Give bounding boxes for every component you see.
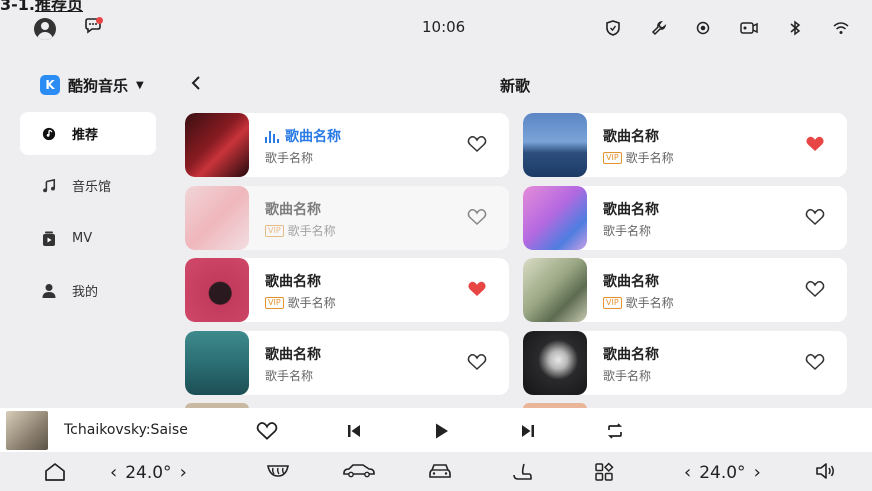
now-playing-title[interactable]: Tchaikovsky:Saise <box>64 422 188 438</box>
sidebar-item-label: MV <box>72 231 93 246</box>
song-artist: VIP 歌手名称 <box>603 294 674 311</box>
vip-badge: VIP <box>265 296 284 309</box>
album-cover <box>185 186 249 250</box>
sidebar-item-mv[interactable]: MV <box>20 217 156 260</box>
message-icon[interactable] <box>84 17 103 34</box>
sidebar-item-label: 推荐 <box>72 128 99 143</box>
heart-icon[interactable] <box>805 208 825 226</box>
right-temp-control: ‹ 24.0° › <box>684 462 761 483</box>
seat-icon[interactable] <box>512 462 532 482</box>
song-title: 歌曲名称 <box>265 274 321 290</box>
vip-badge: VIP <box>603 151 622 164</box>
kugou-logo-icon: K <box>40 75 60 95</box>
song-title: 歌曲名称 <box>265 126 341 146</box>
volume-icon[interactable] <box>815 462 837 480</box>
camera-icon[interactable] <box>738 17 760 39</box>
app-brand-selector[interactable]: K 酷狗音乐 ▼ <box>40 74 144 96</box>
song-title: 歌曲名称 <box>265 347 321 363</box>
video-icon <box>42 231 56 246</box>
song-card[interactable]: 歌曲名称 歌手名称 <box>185 113 509 177</box>
sidebar-item-music-hall[interactable]: 音乐馆 <box>20 164 156 207</box>
playing-equalizer-icon <box>265 130 279 143</box>
bluetooth-icon[interactable] <box>784 17 806 39</box>
apps-grid-icon[interactable] <box>594 462 614 482</box>
heart-filled-icon[interactable] <box>467 280 487 298</box>
record-icon[interactable] <box>692 17 714 39</box>
song-card[interactable]: 歌曲名称 歌手名称 <box>523 186 847 250</box>
album-cover <box>523 186 587 250</box>
left-temp-value: 24.0° <box>125 462 172 483</box>
album-cover <box>523 113 587 177</box>
heart-icon[interactable] <box>256 420 278 442</box>
temp-increase-icon[interactable]: › <box>172 462 187 483</box>
song-title: 歌曲名称 <box>603 129 659 145</box>
caret-down-icon: ▼ <box>136 79 144 91</box>
vip-badge: VIP <box>603 296 622 309</box>
disc-icon <box>42 127 56 141</box>
song-card[interactable]: 歌曲名称 VIP 歌手名称 <box>523 258 847 322</box>
song-artist: VIP 歌手名称 <box>265 294 336 311</box>
song-title: 歌曲名称 <box>265 202 321 218</box>
wifi-icon[interactable] <box>830 17 852 39</box>
shield-icon[interactable] <box>602 17 624 39</box>
app-name: 酷狗音乐 <box>68 76 129 95</box>
now-playing-cover[interactable] <box>6 411 48 450</box>
user-avatar-icon[interactable] <box>34 18 56 40</box>
repeat-icon[interactable] <box>604 420 626 442</box>
heart-icon[interactable] <box>467 353 487 371</box>
heart-icon[interactable] <box>467 208 487 226</box>
song-artist: 歌手名称 <box>265 151 314 165</box>
page-title: 新歌 <box>500 77 531 95</box>
album-cover <box>185 113 249 177</box>
song-card[interactable]: 歌曲名称 VIP 歌手名称 <box>523 113 847 177</box>
song-card[interactable]: 歌曲名称 VIP 歌手名称 <box>185 186 509 250</box>
temp-increase-icon[interactable]: › <box>746 462 761 483</box>
person-icon <box>42 283 56 298</box>
car-front-icon[interactable] <box>428 462 452 480</box>
song-card[interactable]: 歌曲名称 歌手名称 <box>523 331 847 395</box>
song-card[interactable]: 歌曲名称 歌手名称 <box>185 331 509 395</box>
sidebar-item-mine[interactable]: 我的 <box>20 269 156 312</box>
song-artist: 歌手名称 <box>265 369 314 383</box>
album-cover <box>523 331 587 395</box>
heart-icon[interactable] <box>805 280 825 298</box>
vip-badge: VIP <box>265 224 284 237</box>
back-arrow-icon[interactable] <box>190 74 202 97</box>
left-temp-control: ‹ 24.0° › <box>110 462 187 483</box>
song-title: 歌曲名称 <box>603 347 659 363</box>
album-cover <box>185 331 249 395</box>
car-side-icon[interactable] <box>342 462 376 478</box>
song-artist: 歌手名称 <box>603 224 652 238</box>
rear-defrost-icon[interactable] <box>265 462 291 480</box>
heart-filled-icon[interactable] <box>805 135 825 153</box>
song-title: 歌曲名称 <box>603 202 659 218</box>
next-icon[interactable] <box>517 420 539 442</box>
music-note-icon <box>42 178 56 193</box>
sidebar-item-label: 我的 <box>72 285 99 300</box>
play-icon[interactable] <box>430 420 452 442</box>
home-icon[interactable] <box>44 462 66 482</box>
album-cover <box>185 258 249 322</box>
heart-icon[interactable] <box>467 135 487 153</box>
song-artist: VIP 歌手名称 <box>265 222 336 239</box>
sidebar-item-recommend[interactable]: 推荐 <box>20 112 156 155</box>
previous-icon[interactable] <box>343 420 365 442</box>
album-cover <box>523 258 587 322</box>
temp-decrease-icon[interactable]: ‹ <box>110 462 125 483</box>
temp-decrease-icon[interactable]: ‹ <box>684 462 699 483</box>
status-clock: 10:06 <box>422 18 466 36</box>
song-card[interactable]: 歌曲名称 VIP 歌手名称 <box>185 258 509 322</box>
sidebar-item-label: 音乐馆 <box>72 180 112 195</box>
song-artist: 歌手名称 <box>603 369 652 383</box>
song-title: 歌曲名称 <box>603 274 659 290</box>
heart-icon[interactable] <box>805 353 825 371</box>
song-artist: VIP 歌手名称 <box>603 149 674 166</box>
right-temp-value: 24.0° <box>699 462 746 483</box>
wrench-icon[interactable] <box>648 17 670 39</box>
notification-dot <box>96 17 103 24</box>
